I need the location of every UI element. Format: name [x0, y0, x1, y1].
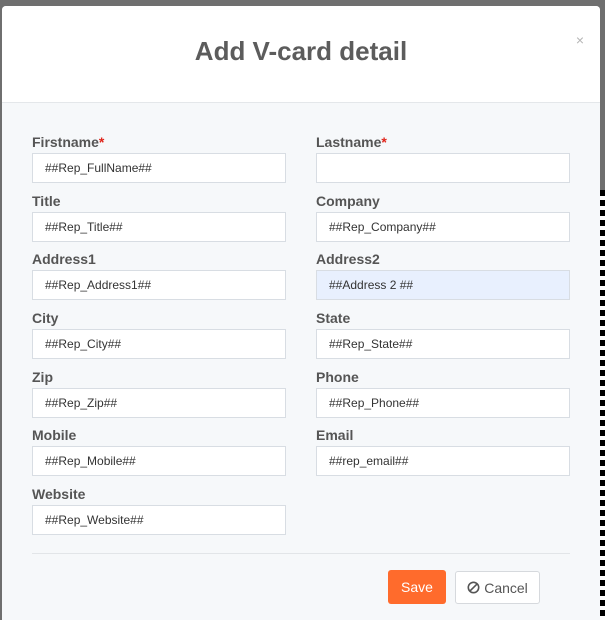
- company-label: Company: [316, 192, 380, 209]
- title-input[interactable]: [32, 211, 286, 242]
- company-field: Company: [316, 193, 570, 252]
- form-row: Firstname* Lastname*: [32, 134, 570, 193]
- zip-field: Zip: [32, 369, 286, 428]
- firstname-label: Firstname: [32, 134, 99, 150]
- phone-input[interactable]: [316, 387, 570, 418]
- address2-field: Address2: [316, 251, 570, 310]
- mobile-label: Mobile: [32, 427, 77, 444]
- cancel-label: Cancel: [484, 579, 528, 596]
- state-field: State: [316, 310, 570, 369]
- address1-field: Address1: [32, 251, 286, 310]
- website-field: Website: [32, 486, 286, 545]
- form-row: Address1 Address2: [32, 251, 570, 310]
- backdrop: [600, 190, 605, 620]
- zip-label: Zip: [32, 368, 53, 385]
- mobile-field: Mobile: [32, 427, 286, 486]
- mobile-input[interactable]: [32, 446, 286, 477]
- website-label: Website: [32, 486, 86, 503]
- email-input[interactable]: [316, 446, 570, 477]
- lastname-field: Lastname*: [316, 134, 570, 193]
- ban-icon: [467, 581, 480, 594]
- form-row: Website: [32, 486, 570, 545]
- cancel-button[interactable]: Cancel: [455, 571, 540, 604]
- phone-field: Phone: [316, 369, 570, 428]
- state-label: State: [316, 310, 351, 327]
- firstname-input[interactable]: [32, 153, 286, 183]
- footer-divider: [32, 553, 570, 554]
- form-row: Title Company: [32, 193, 570, 252]
- title-label: Title: [32, 192, 61, 209]
- form-row: Mobile Email: [32, 427, 570, 486]
- city-field: City: [32, 310, 286, 369]
- required-mark: *: [98, 134, 105, 150]
- address1-label: Address1: [32, 251, 96, 268]
- email-label: Email: [316, 427, 354, 444]
- state-input[interactable]: [316, 329, 570, 360]
- address2-input[interactable]: [316, 270, 570, 301]
- email-field: Email: [316, 427, 570, 486]
- city-label: City: [32, 310, 59, 327]
- vcard-form: Firstname* Lastname* Title Company: [32, 134, 570, 545]
- lastname-label: Lastname: [316, 134, 382, 150]
- lastname-input[interactable]: [316, 153, 570, 183]
- website-input[interactable]: [32, 505, 286, 536]
- save-button[interactable]: Save: [388, 570, 446, 604]
- company-input[interactable]: [316, 211, 570, 242]
- city-input[interactable]: [32, 329, 286, 360]
- zip-input[interactable]: [32, 387, 286, 418]
- form-row: Zip Phone: [32, 369, 570, 428]
- required-mark: *: [381, 134, 387, 150]
- firstname-field: Firstname*: [32, 134, 286, 193]
- phone-label: Phone: [316, 368, 359, 385]
- modal-title: Add V-card detail: [194, 36, 408, 66]
- close-icon[interactable]: ×: [576, 33, 584, 47]
- address2-label: Address2: [316, 251, 380, 268]
- form-row: City State: [32, 310, 570, 369]
- modal-header: Add V-card detail ×: [2, 6, 600, 103]
- vcard-modal: Add V-card detail × Firstname* Lastname*…: [2, 6, 600, 620]
- title-field: Title: [32, 193, 286, 252]
- address1-input[interactable]: [32, 270, 286, 301]
